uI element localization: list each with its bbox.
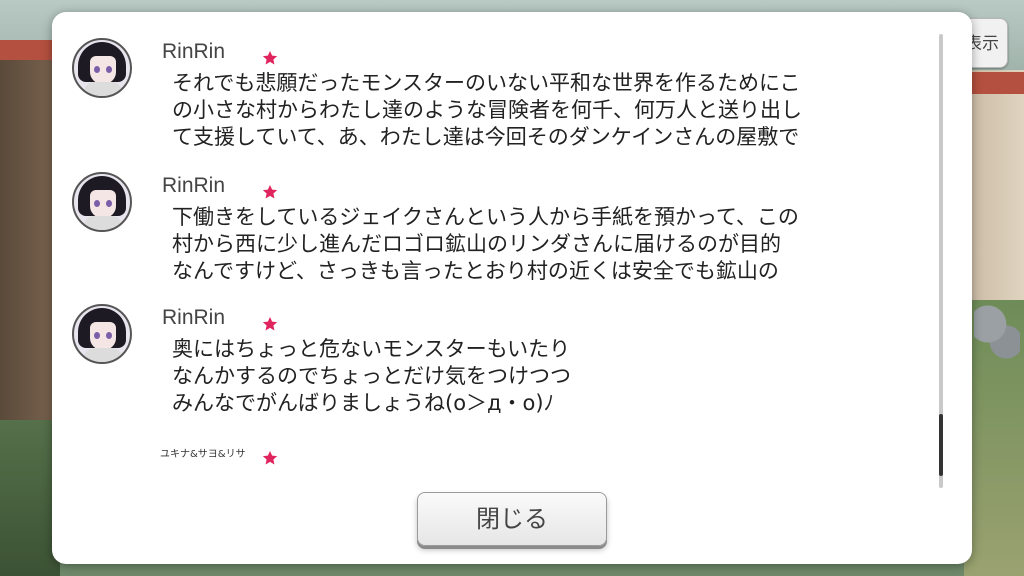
next-sender-name: ユキナ&サヨ&リサ [160, 449, 246, 460]
avatar [72, 172, 132, 232]
sender-name: RinRin [162, 174, 226, 197]
avatar [72, 38, 132, 98]
close-button[interactable]: 閉じる [417, 492, 607, 546]
scrollbar-thumb[interactable] [939, 414, 943, 476]
avatar [72, 304, 132, 364]
message-text: それでも悲願だったモンスターのいない平和な世界を作るためにこ の小さな村からわた… [172, 71, 802, 149]
star-icon [262, 450, 278, 466]
chat-log-dialog: RinRin それでも悲願だったモンスターのいない平和な世界を作るためにこ の小… [52, 12, 972, 564]
star-icon [262, 50, 278, 66]
chat-log-list[interactable]: RinRin それでも悲願だったモンスターのいない平和な世界を作るためにこ の小… [52, 12, 932, 492]
background-house-right [964, 70, 1024, 300]
message-text: 下働きをしているジェイクさんという人から手紙を預かって、この 村から西に少し進ん… [172, 205, 799, 283]
background-stones [974, 300, 1020, 360]
star-icon [262, 184, 278, 200]
background-roof-right [964, 72, 1024, 94]
sender-name: RinRin [162, 306, 226, 329]
star-icon [262, 316, 278, 332]
sender-name: RinRin [162, 40, 226, 63]
message-text: 奥にはちょっと危ないモンスターもいたり なんかするのでちょっとだけ気をつけつつ … [172, 337, 571, 415]
background-grass-left [0, 420, 60, 576]
